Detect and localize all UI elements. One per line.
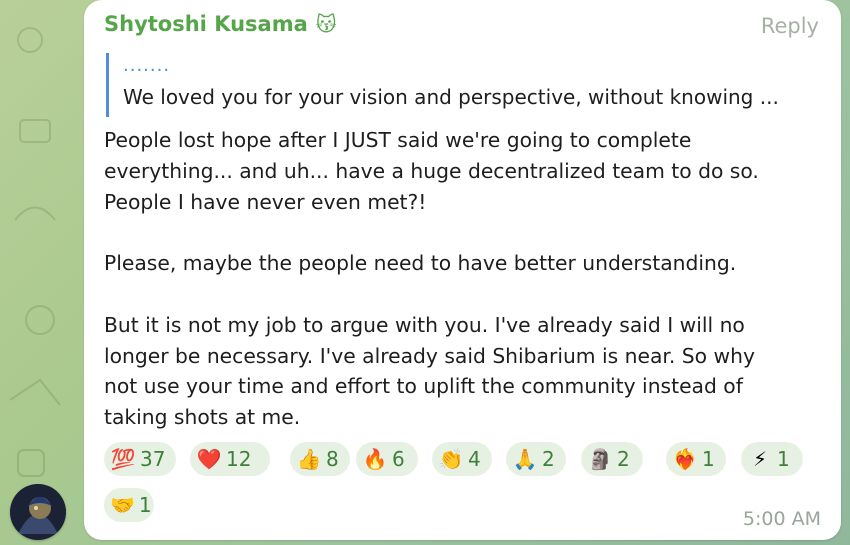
reaction-moai[interactable]: 🗿 2 <box>581 442 643 476</box>
reaction-count: 8 <box>326 447 339 471</box>
message-line: But it is not my job to argue with you. … <box>104 312 745 337</box>
message-line: everything... and uh... have a huge dece… <box>104 158 759 183</box>
sender-name[interactable]: Shytoshi Kusama <box>104 12 308 36</box>
sender-emoji-status: 😽 <box>315 12 337 36</box>
heart-icon: ❤️ <box>196 447 222 471</box>
thumbs-up-icon: 👍 <box>296 447 322 471</box>
quoted-message[interactable]: ....... We loved you for your vision and… <box>106 53 818 117</box>
hundred-icon: 💯 <box>110 447 136 471</box>
reaction-handshake[interactable]: 🤝 1 <box>104 488 154 522</box>
reaction-count: 1 <box>702 447 715 471</box>
clap-icon: 👏 <box>438 447 464 471</box>
reaction-heart[interactable]: ❤️ 12 <box>190 442 270 476</box>
reaction-hundred[interactable]: 💯 37 <box>104 442 176 476</box>
message-timestamp: 5:00 AM <box>742 508 821 530</box>
reaction-count: 1 <box>138 493 152 517</box>
reaction-count: 6 <box>392 447 405 471</box>
quoted-text: We loved you for your vision and perspec… <box>123 85 779 109</box>
fire-icon: 🔥 <box>362 447 388 471</box>
reaction-fire[interactable]: 🔥 6 <box>356 442 418 476</box>
reaction-clap[interactable]: 👏 4 <box>432 442 492 476</box>
reaction-count: 4 <box>468 447 481 471</box>
reaction-heart-on-fire[interactable]: ❤️‍🔥 1 <box>666 442 726 476</box>
sender-name-row[interactable]: Shytoshi Kusama 😽 <box>104 12 337 36</box>
message-line: People lost hope after I JUST said we're… <box>104 128 692 152</box>
message-line <box>104 279 824 310</box>
message-line: not use your time and effort to uplift t… <box>104 374 743 399</box>
message-line: Please, maybe the people need to have be… <box>104 251 737 276</box>
reaction-lightning[interactable]: ⚡ 1 <box>741 442 803 476</box>
handshake-icon: 🤝 <box>110 493 135 517</box>
sender-avatar[interactable] <box>10 484 66 540</box>
heart-on-fire-icon: ❤️‍🔥 <box>672 447 698 471</box>
reaction-count: 2 <box>617 447 630 471</box>
message-line <box>104 217 824 248</box>
reaction-count: 12 <box>226 447 252 471</box>
message-line: longer be necessary. I've already said S… <box>104 343 755 368</box>
reply-button[interactable]: Reply <box>761 14 819 38</box>
message-bubble: Shytoshi Kusama 😽 Reply ....... We loved… <box>84 0 841 540</box>
reaction-count: 1 <box>777 447 790 471</box>
reaction-count: 37 <box>140 447 166 471</box>
message-line: People I have never even met?! <box>104 189 427 214</box>
reaction-pray[interactable]: 🙏 2 <box>506 442 566 476</box>
reaction-thumbs-up[interactable]: 👍 8 <box>290 442 350 476</box>
message-line: taking shots at me. <box>104 405 301 430</box>
pray-icon: 🙏 <box>512 447 538 471</box>
quoted-author: ....... <box>123 55 171 76</box>
lightning-icon: ⚡ <box>752 447 768 471</box>
moai-icon: 🗿 <box>587 447 613 471</box>
message-text: People lost hope after I JUST said we're… <box>104 125 824 433</box>
reaction-count: 2 <box>542 447 555 471</box>
